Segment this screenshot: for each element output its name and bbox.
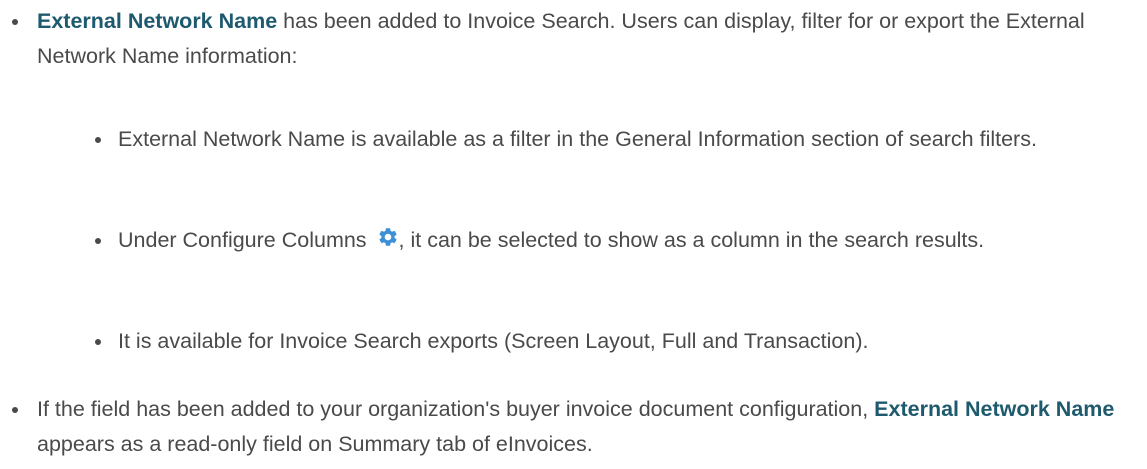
bullet-bold: External Network Name <box>874 397 1115 421</box>
sub-bullet-text: External Network Name is available as a … <box>118 127 1037 151</box>
bullet-dot <box>12 19 18 25</box>
sub-bullet-dot <box>95 339 101 345</box>
bullet-text-after: appears as a read-only field on Summary … <box>37 432 593 456</box>
sub-bullet-text-before-icon: Under Configure Columns <box>118 228 373 252</box>
bullet-bold-lead: External Network Name <box>37 9 278 33</box>
bullet-item-read-only-field: If the field has been added to your orga… <box>37 392 1137 462</box>
bullet-dot <box>12 407 18 413</box>
sub-bullet-item-filter: External Network Name is available as a … <box>118 122 1118 157</box>
bullet-item-external-network-name: External Network Name has been added to … <box>37 4 1137 74</box>
gear-icon <box>377 226 399 248</box>
sub-bullet-dot <box>95 238 101 244</box>
sub-bullet-item-exports: It is available for Invoice Search expor… <box>118 324 1138 359</box>
sub-bullet-text-after-icon: , it can be selected to show as a column… <box>398 228 985 252</box>
sub-bullet-dot <box>95 137 101 143</box>
release-notes-content: External Network Name has been added to … <box>0 0 1147 469</box>
bullet-text-before: If the field has been added to your orga… <box>37 397 875 421</box>
sub-bullet-item-configure-columns: Under Configure Columns , it can be sele… <box>118 223 1128 258</box>
sub-bullet-text: It is available for Invoice Search expor… <box>118 329 869 353</box>
